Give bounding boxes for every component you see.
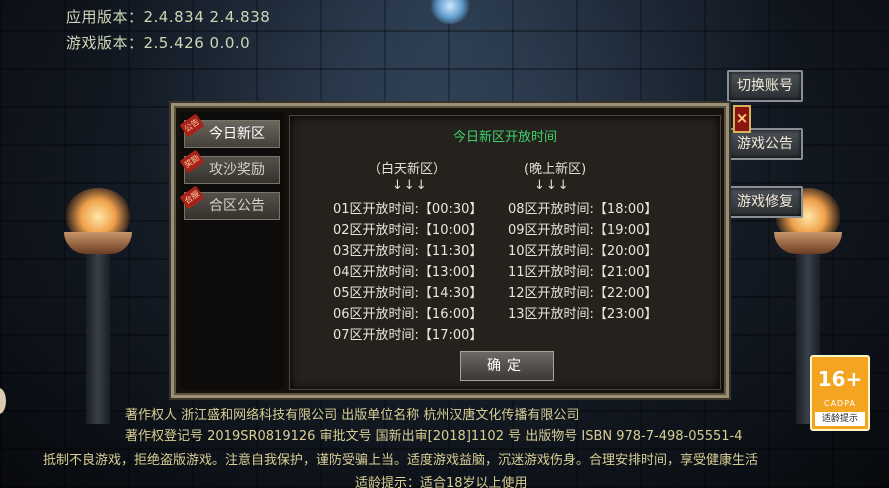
day-schedule-row: 05区开放时间:【14:30】 xyxy=(333,286,483,301)
registration-line: 著作权登记号 2019SR0819126 审批文号 国新出审[2018]1102… xyxy=(125,429,743,444)
day-schedule-row: 02区开放时间:【10:00】 xyxy=(333,223,483,238)
night-schedule-row: 10区开放时间:【20:00】 xyxy=(508,244,658,259)
day-arrows: ↓↓↓ xyxy=(392,178,428,193)
tab-label: 今日新区 xyxy=(209,126,265,142)
app-version-text: 应用版本：2.4.834 2.4.838 xyxy=(66,8,271,26)
close-dialog-button[interactable]: × xyxy=(733,105,751,133)
switch-account-button[interactable]: 切换账号 xyxy=(727,70,803,102)
day-header: （白天新区） xyxy=(368,162,447,177)
age-rating-badge[interactable]: 16+ CADPA 适龄提示 xyxy=(810,355,870,431)
dialog-tab-list: 公告 今日新区 奖励 攻沙奖励 合服 合区公告 xyxy=(179,112,284,390)
dialog-content: 今日新区开放时间 （白天新区） (晚上新区) ↓↓↓ ↓↓↓ 01区开放时间:【… xyxy=(289,115,721,390)
confirm-button[interactable]: 确定 xyxy=(460,351,554,381)
night-schedule-row: 11区开放时间:【21:00】 xyxy=(508,265,658,280)
age-rating-value: 16+ xyxy=(817,367,863,391)
age-notice-line: 适龄提示：适合18岁以上使用 xyxy=(355,476,528,488)
night-schedule-row: 08区开放时间:【18:00】 xyxy=(508,202,658,217)
rating-org: CADPA xyxy=(823,399,856,408)
night-header: (晚上新区) xyxy=(524,162,587,177)
game-repair-button[interactable]: 游戏修复 xyxy=(727,186,803,218)
copyright-line: 著作权人 浙江盛和网络科技有限公司 出版单位名称 杭州汉唐文化传播有限公司 xyxy=(125,408,580,423)
night-schedule-row: 12区开放时间:【22:00】 xyxy=(508,286,658,301)
day-schedule-row: 07区开放时间:【17:00】 xyxy=(333,328,483,343)
tab-flag: 合服 xyxy=(179,185,205,210)
content-title: 今日新区开放时间 xyxy=(452,130,557,145)
left-torch xyxy=(58,188,138,428)
tab-flag: 公告 xyxy=(179,113,205,138)
tab-label: 攻沙奖励 xyxy=(209,162,265,178)
tab-label: 合区公告 xyxy=(209,198,265,214)
tab-siege-reward[interactable]: 奖励 攻沙奖励 xyxy=(179,149,280,184)
tab-today-new-server[interactable]: 公告 今日新区 xyxy=(179,113,280,148)
close-icon: × xyxy=(735,109,749,127)
night-schedule-row: 13区开放时间:【23:00】 xyxy=(508,307,658,322)
game-version-text: 游戏版本：2.5.426 0.0.0 xyxy=(66,34,251,52)
new-server-dialog: 公告 今日新区 奖励 攻沙奖励 合服 合区公告 今日新区开放时间 （白天新区） … xyxy=(171,103,729,398)
day-schedule-row: 04区开放时间:【13:00】 xyxy=(333,265,483,280)
health-notice-line: 抵制不良游戏，拒绝盗版游戏。注意自我保护，谨防受骗上当。适度游戏益脑，沉迷游戏伤… xyxy=(43,453,759,468)
night-schedule-row: 09区开放时间:【19:00】 xyxy=(508,223,658,238)
tab-merge-notice[interactable]: 合服 合区公告 xyxy=(179,185,280,220)
day-schedule-row: 01区开放时间:【00:30】 xyxy=(333,202,483,217)
day-schedule-row: 03区开放时间:【11:30】 xyxy=(333,244,483,259)
day-schedule-row: 06区开放时间:【16:00】 xyxy=(333,307,483,322)
tab-flag: 奖励 xyxy=(179,149,205,174)
night-arrows: ↓↓↓ xyxy=(534,178,570,193)
rating-hint: 适龄提示 xyxy=(815,412,865,426)
